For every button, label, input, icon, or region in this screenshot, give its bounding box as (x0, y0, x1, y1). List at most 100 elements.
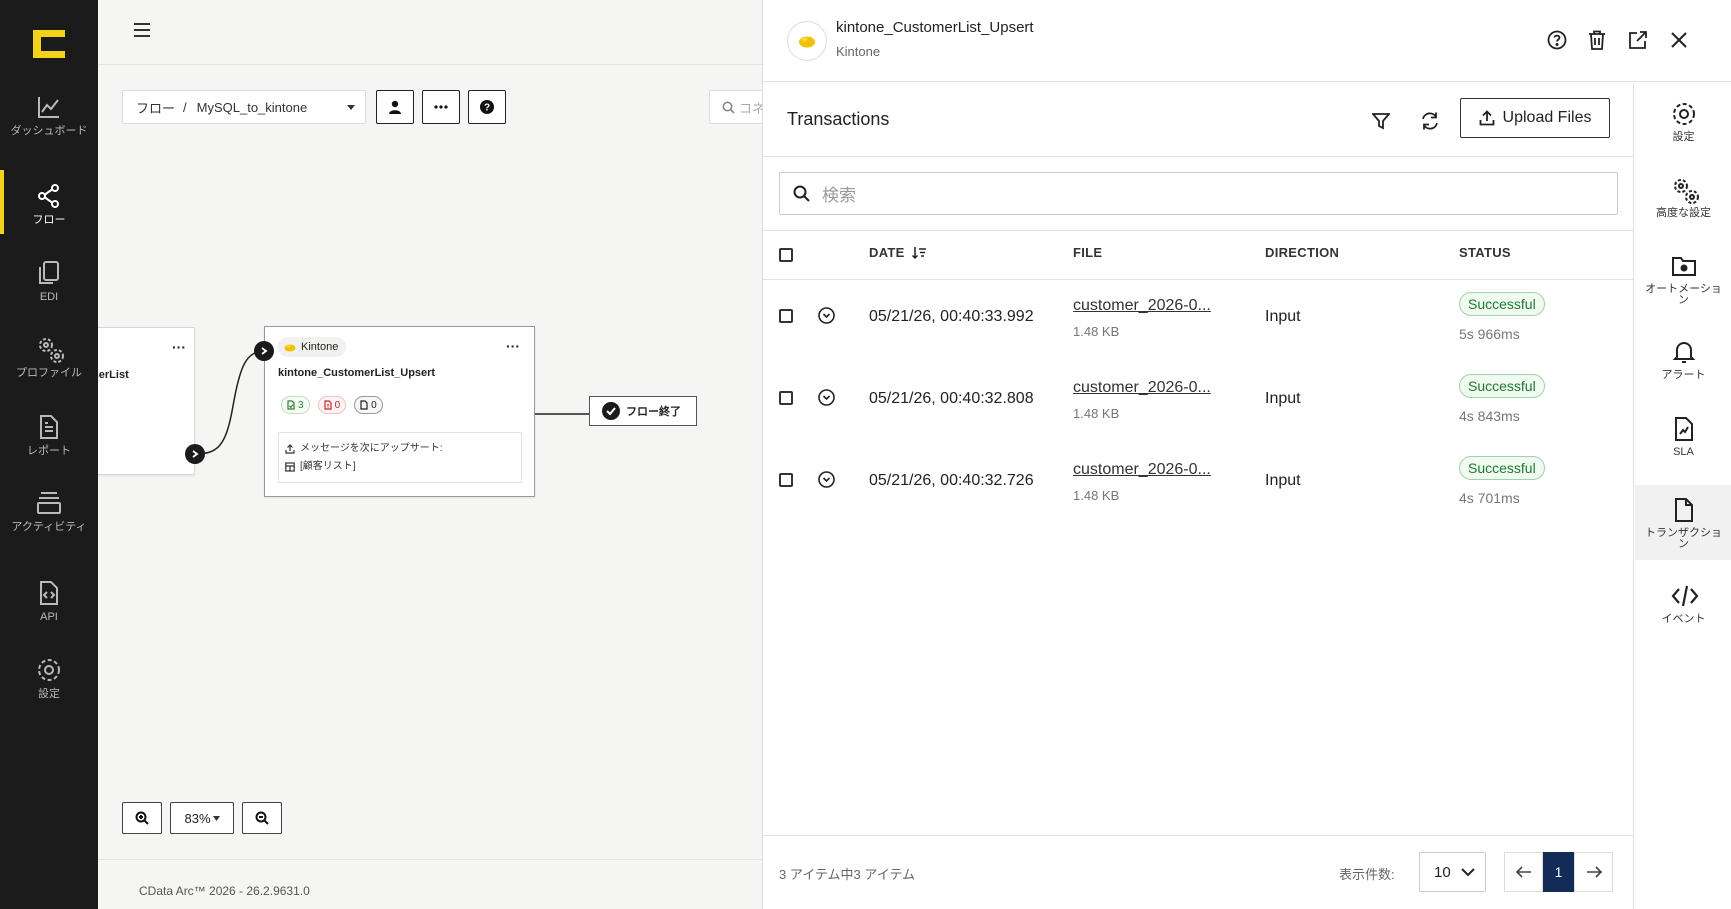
input-port-icon[interactable] (254, 341, 274, 361)
nav-label: 設定 (38, 688, 60, 700)
nav-settings[interactable]: 設定 (0, 657, 98, 700)
cell-file-link[interactable]: customer_2026-0... (1073, 379, 1211, 397)
cell-file-size: 1.48 KB (1073, 406, 1120, 421)
sidebar-item-events[interactable]: イベント (1635, 583, 1731, 625)
nav-flow[interactable]: フロー (0, 170, 98, 234)
zoom-out-button[interactable] (242, 802, 282, 834)
flow-name: MySQL_to_kintone (196, 99, 308, 115)
column-header-status[interactable]: STATUS (1459, 245, 1511, 260)
node-menu-icon[interactable]: ··· (506, 339, 520, 353)
expand-circle-icon[interactable] (818, 307, 835, 324)
folder-gear-icon (1671, 253, 1697, 279)
count-value: 0 (334, 399, 341, 411)
breadcrumb-root[interactable]: フロー (136, 98, 175, 117)
connector-search-input[interactable]: コネ (709, 90, 762, 124)
per-page-label: 表示件数: (1339, 867, 1395, 882)
help-button[interactable]: ? (468, 90, 506, 124)
zoom-out-icon (255, 811, 269, 825)
prev-page-button[interactable] (1504, 852, 1543, 892)
sidebar-item-alert[interactable]: アラート (1635, 339, 1731, 381)
panel-header: kintone_CustomerList_Upsert Kintone (763, 0, 1731, 82)
page-button-current[interactable]: 1 (1543, 852, 1574, 892)
filter-icon[interactable] (1369, 109, 1393, 133)
menu-icon[interactable] (134, 23, 150, 37)
sidebar-item-automation[interactable]: オートメーション (1635, 253, 1731, 306)
table-row[interactable]: 05/21/26, 00:40:33.992 customer_2026-0..… (763, 280, 1634, 362)
row-checkbox[interactable] (779, 309, 793, 323)
zoom-level-select[interactable]: 83% (170, 802, 234, 834)
nav-activity[interactable]: アクティビティ (0, 490, 98, 533)
flow-end-node[interactable]: フロー終了 (589, 396, 697, 426)
table-row[interactable]: 05/21/26, 00:40:32.808 customer_2026-0..… (763, 362, 1634, 444)
user-button[interactable] (376, 90, 414, 124)
kintone-connector-node[interactable]: Kintone ··· kintone_CustomerList_Upsert … (264, 326, 535, 497)
nav-dashboard[interactable]: ダッシュボード (0, 94, 98, 137)
cdata-logo[interactable] (33, 30, 65, 58)
check-circle-icon (602, 402, 620, 420)
bell-icon (1671, 339, 1697, 365)
cell-date: 05/21/26, 00:40:33.992 (869, 308, 1034, 325)
per-page-select[interactable]: 10 (1419, 852, 1486, 892)
expand-circle-icon[interactable] (818, 389, 835, 406)
ellipsis-icon (434, 105, 448, 109)
cell-file-link[interactable]: customer_2026-0... (1073, 461, 1211, 479)
refresh-icon[interactable] (1418, 109, 1442, 133)
output-port-icon[interactable] (185, 444, 205, 464)
row-checkbox[interactable] (779, 391, 793, 405)
column-header-file[interactable]: FILE (1073, 245, 1102, 260)
chip-label: Kintone (301, 341, 339, 353)
nav-label: EDI (39, 291, 59, 303)
nav-report[interactable]: レポート (0, 414, 98, 457)
sidebar-item-label: 高度な設定 (1656, 207, 1711, 219)
sidebar-item-sla[interactable]: SLA (1635, 416, 1731, 458)
divider (763, 156, 1634, 157)
more-button[interactable] (422, 90, 460, 124)
kintone-logo-icon (284, 343, 296, 352)
error-count-badge[interactable]: 0 (317, 396, 347, 414)
external-link-icon[interactable] (1626, 28, 1650, 52)
cell-file-link[interactable]: customer_2026-0... (1073, 297, 1211, 315)
section-title: Transactions (787, 109, 890, 129)
sidebar-item-settings[interactable]: 設定 (1635, 101, 1731, 143)
sidebar-item-transactions[interactable]: トランザクション (1635, 485, 1731, 560)
sidebar-item-advanced[interactable]: 高度な設定 (1635, 177, 1731, 219)
next-page-button[interactable] (1574, 852, 1613, 892)
nav-label: API (40, 611, 58, 623)
copy-icon (36, 260, 62, 286)
trash-icon[interactable] (1585, 28, 1609, 52)
node-menu-icon[interactable]: ··· (172, 340, 186, 354)
file-code-icon (36, 580, 62, 606)
success-count-badge[interactable]: 3 (281, 396, 310, 414)
help-icon[interactable] (1545, 28, 1569, 52)
connector-type: Kintone (836, 44, 881, 59)
expand-circle-icon[interactable] (818, 471, 835, 488)
flow-breadcrumb[interactable]: フロー / MySQL_to_kintone (122, 90, 366, 124)
svg-text:?: ? (484, 103, 490, 114)
transaction-search-input[interactable]: 検索 (779, 172, 1618, 215)
nav-api[interactable]: API (0, 580, 98, 623)
sidebar-item-label: アラート (1661, 369, 1706, 381)
nav-profile[interactable]: プロファイル (0, 336, 98, 379)
nav-edi[interactable]: EDI (0, 260, 98, 303)
flow-canvas[interactable]: フロー / MySQL_to_kintone ? コネ ··· merList … (98, 66, 762, 859)
zoom-in-icon (135, 811, 149, 825)
search-icon (722, 101, 735, 114)
cell-duration: 5s 966ms (1459, 326, 1520, 342)
column-header-date[interactable]: DATE (869, 245, 927, 260)
upload-files-button[interactable]: Upload Files (1460, 98, 1610, 138)
row-checkbox[interactable] (779, 473, 793, 487)
close-icon[interactable] (1667, 28, 1691, 52)
zoom-in-button[interactable] (122, 802, 162, 834)
pagination-bar: 3 アイテム中3 アイテム 表示件数: 10 1 (763, 835, 1634, 909)
sidebar-item-label: SLA (1673, 446, 1694, 458)
pending-count-badge[interactable]: 0 (354, 396, 383, 414)
gear-icon (1671, 101, 1697, 127)
select-all-checkbox[interactable] (779, 248, 793, 262)
end-node-label: フロー終了 (626, 406, 681, 418)
nav-label: プロファイル (16, 367, 82, 379)
node-counts: 3 0 0 (281, 396, 383, 414)
source-connector-node[interactable]: ··· merList (98, 327, 195, 475)
table-row[interactable]: 05/21/26, 00:40:32.726 customer_2026-0..… (763, 444, 1634, 526)
search-icon (793, 185, 810, 202)
column-header-direction[interactable]: DIRECTION (1265, 245, 1339, 260)
